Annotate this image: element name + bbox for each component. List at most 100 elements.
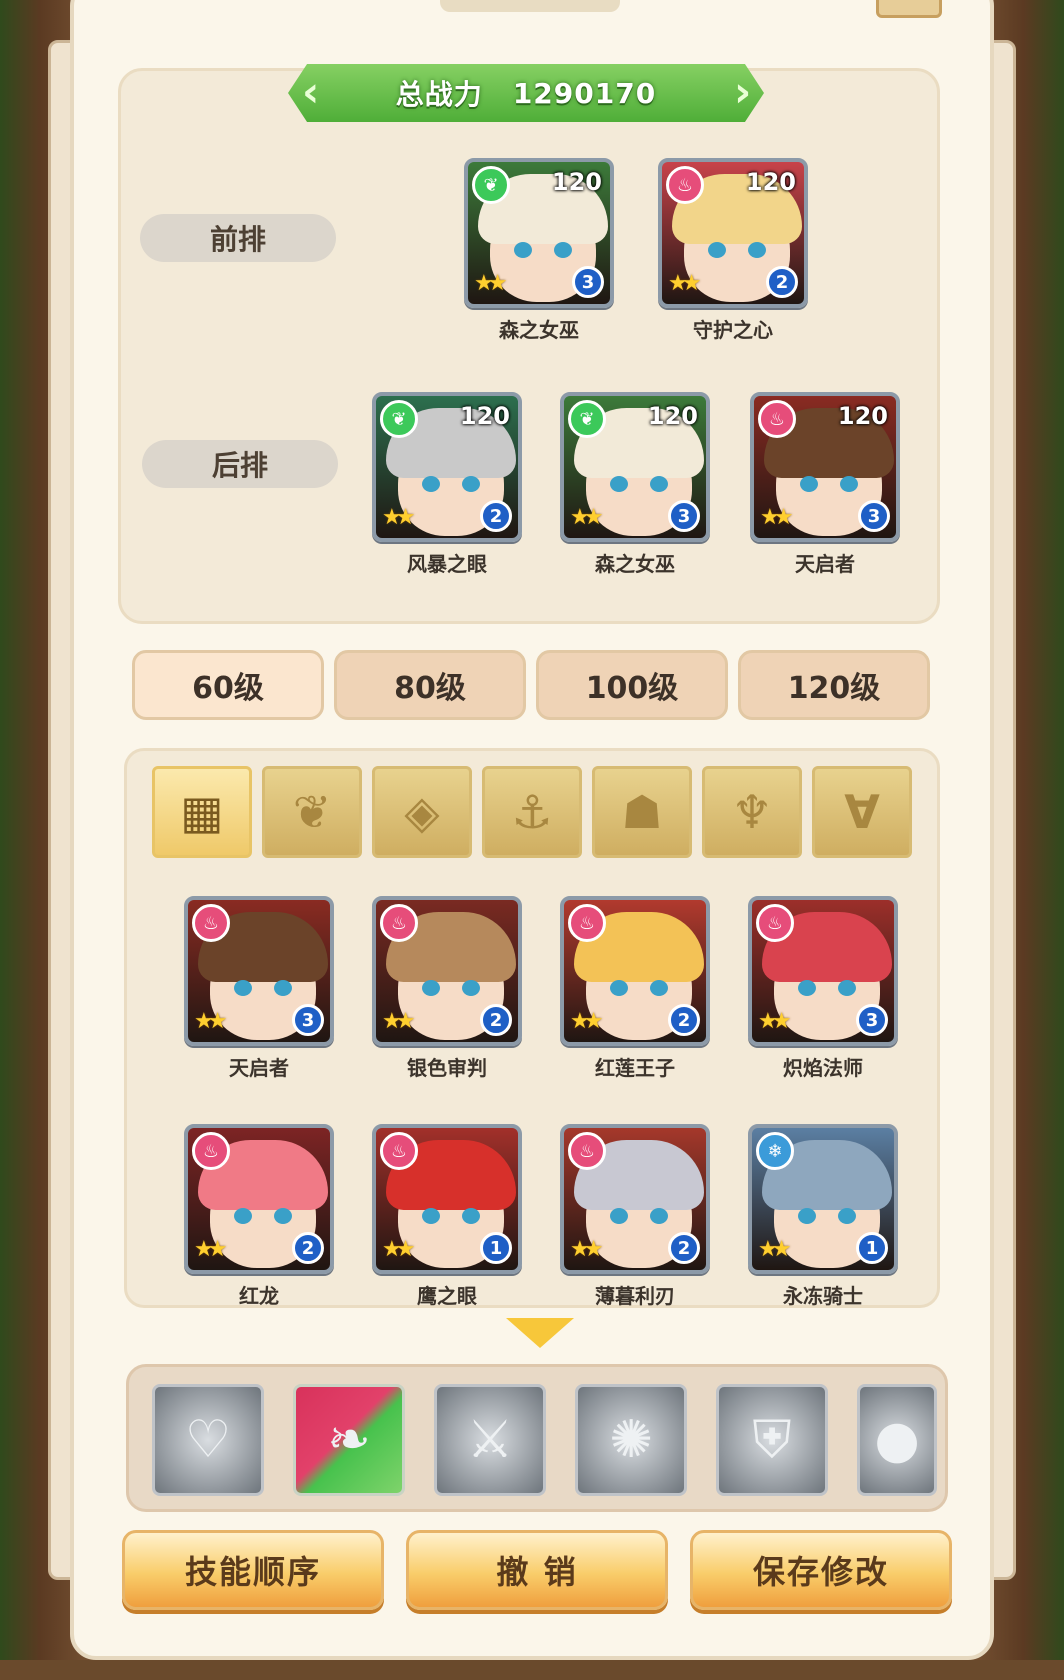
hero-card[interactable]: ❦ 120 ★★ 3 森之女巫 <box>464 158 614 342</box>
fire-element-icon: ♨ <box>192 904 230 942</box>
level-tab[interactable]: 80级 <box>334 650 526 720</box>
hero-rank-badge: 2 <box>668 1004 700 1036</box>
scroll-down-arrow-icon[interactable] <box>506 1318 574 1348</box>
hero-eye <box>462 476 480 492</box>
hero-card[interactable]: ♨ ★★ 2 红莲王子 <box>560 896 710 1080</box>
total-power-value: 1290170 <box>512 76 657 110</box>
fire-element-icon: ♨ <box>380 904 418 942</box>
back-row-label: 后排 <box>142 440 338 488</box>
star-icon: ★★ <box>382 505 416 530</box>
hero-rank-badge: 3 <box>858 500 890 532</box>
hero-rank-badge: 2 <box>480 500 512 532</box>
star-icon: ★★ <box>382 1237 416 1262</box>
filter-tab-grid-icon[interactable]: ▦ <box>152 766 252 858</box>
filter-tab-leaf-icon[interactable]: ❦ <box>262 766 362 858</box>
hero-eye <box>422 1208 440 1224</box>
hero-eye <box>708 242 726 258</box>
hero-name: 薄暮利刃 <box>595 1284 675 1308</box>
hero-card[interactable]: ♨ ★★ 1 鹰之眼 <box>372 1124 522 1308</box>
save-changes-button[interactable]: 保存修改 <box>690 1530 952 1610</box>
hero-portrait: ♨ 120 ★★ 3 <box>750 392 900 542</box>
skill-order-button[interactable]: 技能顺序 <box>122 1530 384 1610</box>
hero-card[interactable]: ♨ ★★ 2 红龙 <box>184 1124 334 1308</box>
hero-portrait: ❦ 120 ★★ 2 <box>372 392 522 542</box>
hero-card[interactable]: ❦ 120 ★★ 2 风暴之眼 <box>372 392 522 576</box>
hero-portrait: ♨ ★★ 2 <box>560 1124 710 1274</box>
hero-eye <box>800 476 818 492</box>
hero-portrait: ♨ ★★ 2 <box>184 1124 334 1274</box>
hero-eye <box>274 1208 292 1224</box>
level-tab[interactable]: 60级 <box>132 650 324 720</box>
hero-card[interactable]: ❦ 120 ★★ 3 森之女巫 <box>560 392 710 576</box>
hero-rank-badge: 3 <box>572 266 604 298</box>
bottom-strip <box>0 1660 1064 1680</box>
fire-element-icon: ♨ <box>380 1132 418 1170</box>
hero-eye <box>798 980 816 996</box>
skill-flame-leaf-icon[interactable]: ❧ <box>293 1384 405 1496</box>
hero-rank-badge: 3 <box>856 1004 888 1036</box>
hero-level: 120 <box>551 168 602 196</box>
hero-eye <box>798 1208 816 1224</box>
fire-element-icon: ♨ <box>666 166 704 204</box>
fire-element-icon: ♨ <box>568 1132 606 1170</box>
hero-card[interactable]: ♨ ★★ 3 炽焰法师 <box>748 896 898 1080</box>
skill-heart-icon[interactable]: ♡ <box>152 1384 264 1496</box>
hero-card[interactable]: ♨ 120 ★★ 2 守护之心 <box>658 158 808 342</box>
total-power-label: 总战力 <box>395 78 483 111</box>
hero-eye <box>610 980 628 996</box>
hero-card[interactable]: ❄ ★★ 1 永冻骑士 <box>748 1124 898 1308</box>
hero-eye <box>234 980 252 996</box>
banner-right-chevron-icon: › <box>734 67 752 116</box>
skill-shield-icon[interactable]: ⛨ <box>716 1384 828 1496</box>
hero-portrait: ♨ ★★ 1 <box>372 1124 522 1274</box>
hero-rank-badge: 2 <box>292 1232 324 1264</box>
hero-rank-badge: 1 <box>480 1232 512 1264</box>
hero-level: 120 <box>459 402 510 430</box>
hero-eye <box>650 476 668 492</box>
hero-portrait: ♨ ★★ 2 <box>372 896 522 1046</box>
hero-eye <box>422 980 440 996</box>
hero-eye <box>840 476 858 492</box>
hero-eye <box>234 1208 252 1224</box>
hero-card[interactable]: ♨ ★★ 2 薄暮利刃 <box>560 1124 710 1308</box>
undo-button[interactable]: 撤 销 <box>406 1530 668 1610</box>
hero-level: 120 <box>837 402 888 430</box>
filter-tab-diamond-icon[interactable]: ◈ <box>372 766 472 858</box>
hero-eye <box>274 980 292 996</box>
hero-name: 守护之心 <box>693 318 773 342</box>
panel-corner-button[interactable] <box>876 0 942 18</box>
hero-name: 森之女巫 <box>595 552 675 576</box>
hero-portrait: ♨ ★★ 2 <box>560 896 710 1046</box>
hero-name: 鹰之眼 <box>417 1284 477 1308</box>
hero-portrait: ♨ 120 ★★ 2 <box>658 158 808 308</box>
hero-name: 森之女巫 <box>499 318 579 342</box>
filter-tab-anchor-icon[interactable]: ⚓ <box>482 766 582 858</box>
hero-eye <box>838 1208 856 1224</box>
hero-rank-badge: 3 <box>668 500 700 532</box>
hero-eye <box>748 242 766 258</box>
filter-tab-demon-horns-icon[interactable]: ♆ <box>702 766 802 858</box>
hero-card[interactable]: ♨ 120 ★★ 3 天启者 <box>750 392 900 576</box>
star-icon: ★★ <box>474 271 508 296</box>
hero-eye <box>462 980 480 996</box>
hero-card[interactable]: ♨ ★★ 2 银色审判 <box>372 896 522 1080</box>
skill-winged-blade-icon[interactable]: ⚔ <box>434 1384 546 1496</box>
ice-element-icon: ❄ <box>756 1132 794 1170</box>
banner-left-chevron-icon: ‹ <box>302 67 320 116</box>
hero-level: 120 <box>647 402 698 430</box>
skill-burst-icon[interactable]: ✺ <box>575 1384 687 1496</box>
star-icon: ★★ <box>758 1237 792 1262</box>
level-tab[interactable]: 100级 <box>536 650 728 720</box>
hero-eye <box>610 476 628 492</box>
hero-portrait: ❦ 120 ★★ 3 <box>464 158 614 308</box>
star-icon: ★★ <box>570 1237 604 1262</box>
hero-eye <box>514 242 532 258</box>
hero-rank-badge: 1 <box>856 1232 888 1264</box>
skill-orb-icon[interactable]: ● <box>857 1384 937 1496</box>
hero-rank-badge: 2 <box>668 1232 700 1264</box>
filter-tab-beast-head-icon[interactable]: ☗ <box>592 766 692 858</box>
panel-title-tab <box>440 0 620 12</box>
level-tab[interactable]: 120级 <box>738 650 930 720</box>
hero-card[interactable]: ♨ ★★ 3 天启者 <box>184 896 334 1080</box>
filter-tab-wings-v-icon[interactable]: ∀ <box>812 766 912 858</box>
